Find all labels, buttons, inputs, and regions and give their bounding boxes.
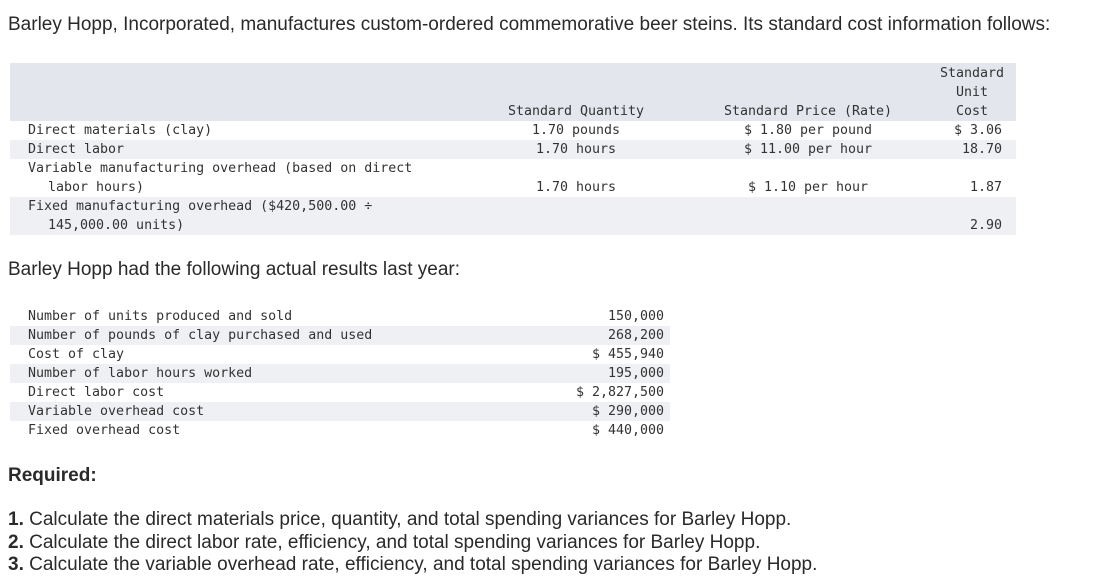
row-unit-cost: $ 3.06 (953, 123, 1002, 138)
question-item: 3. Calculate the variable overhead rate,… (8, 554, 818, 575)
row-unit-cost: 18.70 (961, 142, 1002, 157)
table-row: Number of pounds of clay purchased and u… (10, 326, 670, 345)
standard-cost-table: Standard Quantity Standard Price (Rate) … (10, 63, 1016, 235)
table-row: Cost of clay $ 455,940 (28, 347, 664, 362)
row-price: $ 1.10 per hour (747, 180, 869, 195)
row-unit-cost: 2.90 (969, 218, 1002, 233)
question-item: 2. Calculate the direct labor rate, effi… (8, 531, 761, 553)
required-questions: 1. Calculate the direct materials price,… (8, 509, 817, 577)
table-row: Variable overhead cost $ 290,000 (10, 402, 670, 421)
row-label: Variable manufacturing overhead (based o… (28, 161, 413, 195)
table-row: Number of units produced and sold 150,00… (28, 309, 664, 324)
table-row-direct-labor: Direct labor 1.70 hours $ 11.00 per hour… (10, 140, 1016, 159)
table-row: Fixed overhead cost $ 440,000 (28, 423, 664, 438)
header-standard-unit-cost: Standard Unit Cost (939, 66, 1005, 119)
table-row-variable-overhead: Variable manufacturing overhead (based o… (10, 159, 1016, 197)
table-row: Number of labor hours worked 195,000 (10, 364, 670, 383)
intro-text: Barley Hopp, Incorporated, manufactures … (8, 14, 1051, 35)
row-price: $ 11.00 per hour (743, 142, 873, 157)
row-quantity: 1.70 hours (535, 180, 617, 195)
row-quantity: 1.70 hours (535, 142, 617, 157)
standard-cost-header: Standard Quantity Standard Price (Rate) … (10, 63, 1016, 121)
table-row-fixed-overhead: Fixed manufacturing overhead ($420,500.0… (10, 197, 1016, 235)
row-label: Fixed manufacturing overhead ($420,500.0… (28, 199, 373, 233)
row-label: Direct materials (clay) (28, 123, 213, 138)
row-label: Direct labor (28, 142, 125, 157)
table-row-direct-materials: Direct materials (clay) 1.70 pounds $ 1.… (10, 121, 1016, 140)
question-item: 1. Calculate the direct materials price,… (8, 509, 792, 530)
row-unit-cost: 1.87 (969, 180, 1002, 195)
header-standard-price: Standard Price (Rate) (723, 104, 893, 119)
actual-results-table: Number of units produced and sold 150,00… (10, 307, 670, 440)
row-price: $ 1.80 per pound (743, 123, 873, 138)
required-heading: Required: (8, 465, 97, 486)
actual-results-heading: Barley Hopp had the following actual res… (8, 259, 461, 280)
table-row: Direct labor cost $ 2,827,500 (28, 385, 664, 400)
header-standard-quantity: Standard Quantity (507, 104, 645, 119)
row-quantity: 1.70 pounds (531, 123, 621, 138)
